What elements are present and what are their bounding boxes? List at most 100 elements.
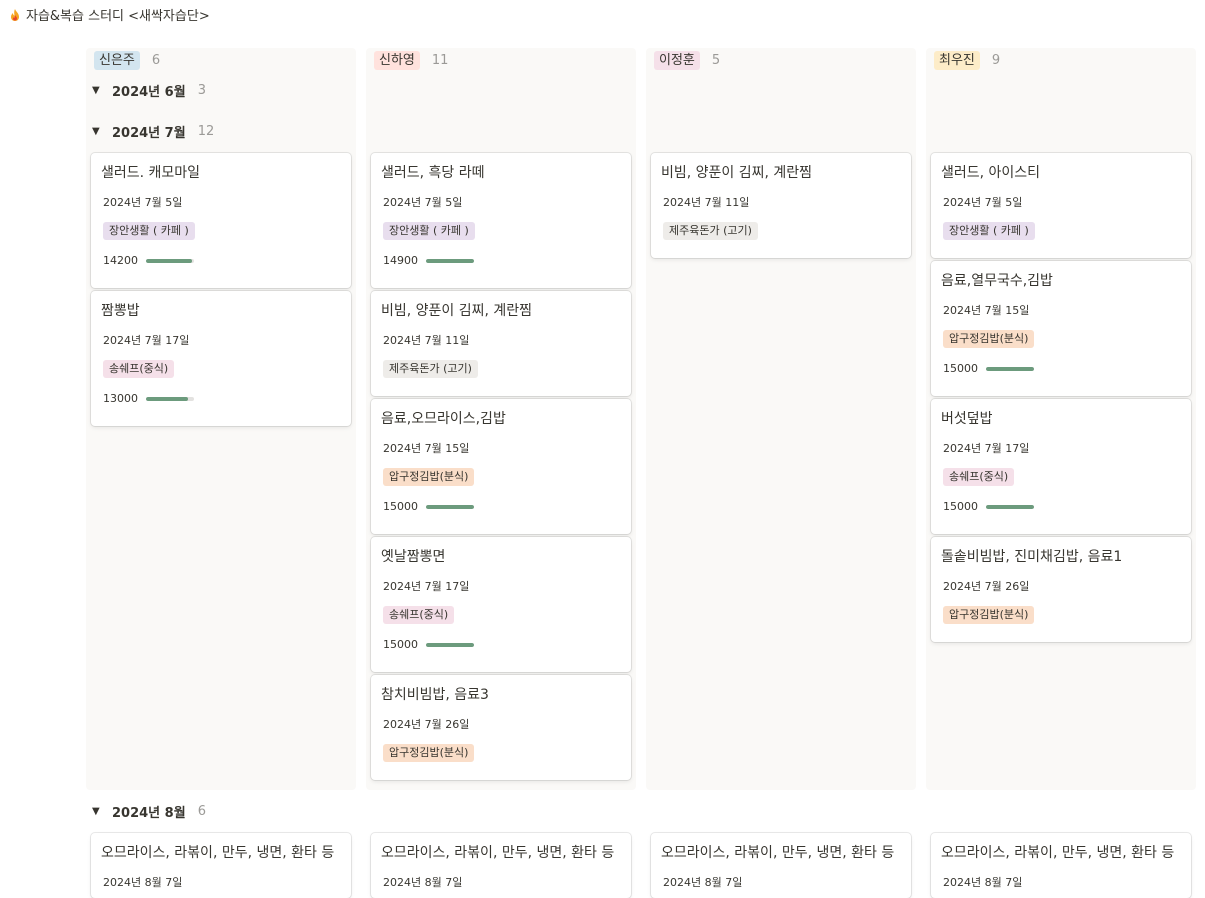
card-tag: 송쉐프(중식)	[103, 360, 175, 378]
card-tag: 장안생활 ( 카페 )	[383, 222, 475, 240]
toggle-triangle-icon[interactable]: ▼	[92, 85, 104, 96]
board-card[interactable]: 오므라이스, 라볶이, 만두, 냉면, 환타 등 2024년 8월 7일	[91, 833, 351, 898]
card-price: 15000	[943, 500, 978, 513]
card-price: 15000	[943, 362, 978, 375]
progress-bar-fill	[426, 258, 474, 263]
card-date: 2024년 7월 17일	[103, 334, 190, 347]
board-card[interactable]: 샐러드, 아이스티 2024년 7월 5일장안생활 ( 카페 )	[931, 153, 1191, 258]
board-card[interactable]: 버섯덮밥 2024년 7월 17일 송쉐프(중식) 15000	[931, 399, 1191, 534]
board-card[interactable]: 옛날짬뽕면 2024년 7월 17일 송쉐프(중식) 15000	[371, 537, 631, 672]
card-price: 13000	[103, 392, 138, 405]
card-title: 오므라이스, 라볶이, 만두, 냉면, 환타 등	[381, 845, 615, 861]
column-name: 신하영	[374, 50, 420, 70]
card-date: 2024년 7월 26일	[383, 718, 470, 731]
column-header-2[interactable]: 신하영 11	[366, 48, 636, 72]
group-label: 2024년 8월	[112, 806, 186, 821]
card-date: 2024년 7월 5일	[383, 196, 463, 209]
card-price-row: 15000	[383, 500, 621, 513]
progress-bar-fill	[426, 504, 474, 509]
card-price: 14200	[103, 254, 138, 267]
toggle-triangle-icon[interactable]: ▼	[92, 806, 104, 817]
board-card[interactable]: 돌솥비빔밥, 진미채김밥, 음료1 2024년 7월 26일 압구정김밥(분식)	[931, 537, 1191, 642]
card-date: 2024년 7월 5일	[103, 196, 183, 209]
card-price-row: 15000	[943, 500, 1181, 513]
group-header-july[interactable]: ▼ 2024년 7월 12	[92, 122, 214, 141]
card-title: 비빔, 양푼이 김찌, 계란찜	[381, 303, 533, 319]
group-count: 6	[197, 804, 206, 819]
column-count: 11	[431, 52, 449, 68]
card-tag: 압구정김밥(분식)	[383, 468, 475, 486]
column-header-4[interactable]: 최우진 9	[926, 48, 1196, 72]
card-tag: 송쉐프(중식)	[943, 468, 1015, 486]
progress-bar	[986, 366, 1034, 371]
card-title: 참치비빔밥, 음료3	[381, 687, 489, 703]
card-tag: 장안생활 ( 카페 )	[943, 222, 1035, 240]
card-date: 2024년 8월 7일	[103, 876, 183, 889]
card-tag: 제주육돈가 (고기)	[663, 222, 758, 240]
card-date: 2024년 7월 5일	[943, 196, 1023, 209]
board-card[interactable]: 비빔, 양푼이 김찌, 계란찜 2024년 7월 11일제주육돈가 (고기)	[371, 291, 631, 396]
board-card[interactable]: 오므라이스, 라볶이, 만두, 냉면, 환타 등 2024년 8월 7일	[371, 833, 631, 898]
progress-bar-fill	[986, 366, 1034, 371]
card-tag: 압구정김밥(분식)	[383, 744, 475, 762]
card-title: 버섯덮밥	[941, 411, 993, 427]
board-card[interactable]: 짬뽕밥 2024년 7월 17일송쉐프(중식) 13000	[91, 291, 351, 426]
board-card[interactable]: 오므라이스, 라볶이, 만두, 냉면, 환타 등 2024년 8월 7일	[931, 833, 1191, 898]
card-tag: 압구정김밥(분식)	[943, 330, 1035, 348]
fire-icon	[11, 8, 19, 21]
card-price-row: 15000	[383, 638, 621, 651]
column-name: 이정훈	[654, 50, 700, 70]
toggle-triangle-icon[interactable]: ▼	[92, 126, 104, 137]
board-card[interactable]: 참치비빔밥, 음료3 2024년 7월 26일압구정김밥(분식)	[371, 675, 631, 780]
column-name: 최우진	[934, 50, 980, 70]
column-header-1[interactable]: 신은주 6	[86, 48, 356, 72]
progress-bar	[986, 504, 1034, 509]
card-title: 샐러드, 아이스티	[941, 165, 1041, 181]
card-title: 돌솥비빔밥, 진미채김밥, 음료1	[941, 549, 1123, 565]
card-date: 2024년 8월 7일	[943, 876, 1023, 889]
progress-bar	[426, 642, 474, 647]
progress-bar	[426, 504, 474, 509]
card-tag: 제주육돈가 (고기)	[383, 360, 478, 378]
card-tag: 장안생활 ( 카페 )	[103, 222, 195, 240]
progress-bar-fill	[986, 504, 1034, 509]
group-header-june[interactable]: ▼ 2024년 6월 3	[92, 81, 206, 100]
progress-bar-fill	[426, 642, 474, 647]
board-card[interactable]: 샐러드, 흑당 라떼 2024년 7월 5일장안생활 ( 카페 ) 14900	[371, 153, 631, 288]
card-price-row: 14200	[103, 254, 341, 267]
card-price: 14900	[383, 254, 418, 267]
card-price-row: 15000	[943, 362, 1181, 375]
group-label: 2024년 7월	[112, 126, 186, 141]
progress-bar	[426, 258, 474, 263]
card-title: 짬뽕밥	[101, 303, 140, 319]
card-date: 2024년 7월 15일	[383, 442, 470, 455]
board-card[interactable]: 음료,오므라이스,김밥 2024년 7월 15일 압구정김밥(분식) 15000	[371, 399, 631, 534]
card-date: 2024년 8월 7일	[663, 876, 743, 889]
group-header-august[interactable]: ▼ 2024년 8월 6	[92, 802, 206, 821]
column-count: 6	[151, 52, 161, 68]
card-title: 비빔, 양푼이 김찌, 계란찜	[661, 165, 813, 181]
group-label: 2024년 6월	[112, 85, 186, 100]
card-date: 2024년 7월 26일	[943, 580, 1030, 593]
progress-bar	[146, 396, 194, 401]
column-name: 신은주	[94, 50, 140, 70]
page-title[interactable]: 자습&복습 스터디 <새싹자습단>	[26, 5, 210, 24]
card-price-row: 13000	[103, 392, 341, 405]
card-date: 2024년 8월 7일	[383, 876, 463, 889]
card-price-row: 14900	[383, 254, 621, 267]
card-title: 샐러드. 캐모마일	[101, 165, 201, 181]
progress-bar-fill	[146, 258, 192, 263]
column-count: 9	[991, 52, 1001, 68]
card-title: 음료,열무국수,김밥	[941, 273, 1053, 289]
column-header-3[interactable]: 이정훈 5	[646, 48, 916, 72]
board-card[interactable]: 비빔, 양푼이 김찌, 계란찜 2024년 7월 11일 제주육돈가 (고기)	[651, 153, 911, 258]
board-card[interactable]: 오므라이스, 라볶이, 만두, 냉면, 환타 등 2024년 8월 7일	[651, 833, 911, 898]
card-date: 2024년 7월 11일	[383, 334, 470, 347]
column-count: 5	[711, 52, 721, 68]
card-date: 2024년 7월 15일	[943, 304, 1030, 317]
card-tag: 송쉐프(중식)	[383, 606, 455, 624]
board-card[interactable]: 음료,열무국수,김밥 2024년 7월 15일압구정김밥(분식) 15000	[931, 261, 1191, 396]
card-title: 샐러드, 흑당 라떼	[381, 165, 485, 181]
board-card[interactable]: 샐러드. 캐모마일 2024년 7월 5일장안생활 ( 카페 ) 14200	[91, 153, 351, 288]
card-title: 오므라이스, 라볶이, 만두, 냉면, 환타 등	[101, 845, 335, 861]
